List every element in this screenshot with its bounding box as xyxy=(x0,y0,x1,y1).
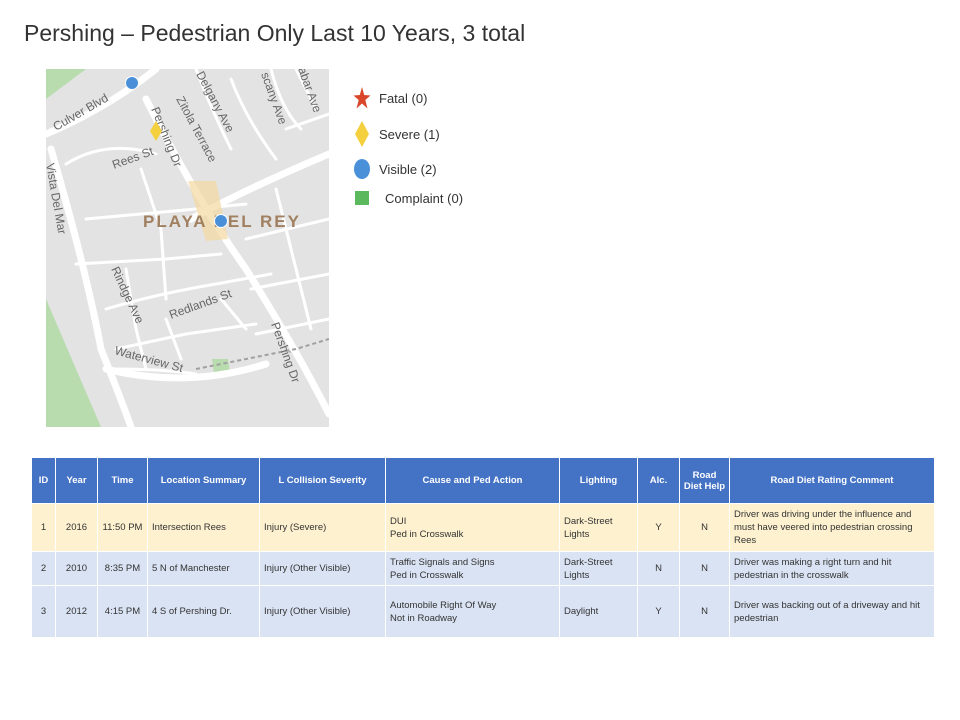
visible-marker[interactable] xyxy=(214,214,228,228)
column-header: Cause and Ped Action xyxy=(385,457,560,504)
table-row: 2 2010 8:35 PM 5 N of Manchester Injury … xyxy=(31,551,935,586)
cell-alcohol: Y xyxy=(637,503,680,552)
highlight-corridor xyxy=(188,181,228,241)
cause-line: Automobile Right Of Way xyxy=(390,599,497,611)
street-label: abar Ave xyxy=(295,69,324,115)
column-header: Location Summary xyxy=(147,457,260,504)
cell-id: 2 xyxy=(31,551,56,586)
star-icon xyxy=(352,84,372,112)
legend-label: Complaint (0) xyxy=(385,190,464,206)
cell-location: 5 N of Manchester xyxy=(147,551,260,586)
cell-cause: Traffic Signals and Signs Ped in Crosswa… xyxy=(385,551,560,586)
legend-item-fatal: Fatal (0) xyxy=(352,84,427,112)
cell-time: 4:15 PM xyxy=(97,585,148,638)
column-header: L Collision Severity xyxy=(259,457,386,504)
cell-lighting: Daylight xyxy=(559,585,638,638)
cell-lighting: Dark-Street Lights xyxy=(559,551,638,586)
street-label: scany Ave xyxy=(258,70,290,126)
legend-label: Visible (2) xyxy=(379,161,437,177)
square-icon xyxy=(352,184,372,212)
collision-table: ID Year Time Location Summary L Collisio… xyxy=(31,457,935,638)
column-header: ID xyxy=(31,457,56,504)
legend-item-visible: Visible (2) xyxy=(352,155,437,183)
page-title: Pershing – Pedestrian Only Last 10 Years… xyxy=(24,20,526,46)
cell-road-diet: N xyxy=(679,551,730,586)
column-header: Alc. xyxy=(637,457,680,504)
column-header: Lighting xyxy=(559,457,638,504)
cell-severity: Injury (Severe) xyxy=(259,503,386,552)
circle-icon xyxy=(352,155,372,183)
cell-road-diet: N xyxy=(679,503,730,552)
ped-action-line: Ped in Crosswalk xyxy=(390,528,464,540)
legend-label: Severe (1) xyxy=(379,126,440,142)
legend-item-severe: Severe (1) xyxy=(352,120,440,148)
cell-severity: Injury (Other Visible) xyxy=(259,551,386,586)
cell-year: 2012 xyxy=(55,585,98,638)
cell-comment: Driver was making a right turn and hit p… xyxy=(729,551,935,586)
cell-alcohol: N xyxy=(637,551,680,586)
cell-alcohol: Y xyxy=(637,585,680,638)
ped-action-line: Ped in Crosswalk xyxy=(390,569,464,581)
column-header: Time xyxy=(97,457,148,504)
cell-location: Intersection Rees xyxy=(147,503,260,552)
cell-road-diet: N xyxy=(679,585,730,638)
cell-id: 1 xyxy=(31,503,56,552)
cell-location: 4 S of Pershing Dr. xyxy=(147,585,260,638)
table-row: 1 2016 11:50 PM Intersection Rees Injury… xyxy=(31,503,935,552)
cell-cause: DUI Ped in Crosswalk xyxy=(385,503,560,552)
table-row: 3 2012 4:15 PM 4 S of Pershing Dr. Injur… xyxy=(31,585,935,638)
cell-comment: Driver was backing out of a driveway and… xyxy=(729,585,935,638)
table-header-row: ID Year Time Location Summary L Collisio… xyxy=(31,457,935,504)
cell-lighting: Dark-Street Lights xyxy=(559,503,638,552)
diamond-icon xyxy=(352,120,372,148)
legend-label: Fatal (0) xyxy=(379,90,428,106)
cell-comment: Driver was driving under the influence a… xyxy=(729,503,935,552)
column-header: Year xyxy=(55,457,98,504)
legend-item-complaint: Complaint (0) xyxy=(352,184,463,212)
cell-cause: Automobile Right Of Way Not in Roadway xyxy=(385,585,560,638)
cell-id: 3 xyxy=(31,585,56,638)
cause-line: DUI xyxy=(390,515,407,527)
visible-marker[interactable] xyxy=(125,76,139,90)
park-area xyxy=(46,69,86,99)
cell-time: 11:50 PM xyxy=(97,503,148,552)
ped-action-line: Not in Roadway xyxy=(390,612,458,624)
column-header: Road Diet Help xyxy=(679,457,730,504)
cause-line: Traffic Signals and Signs xyxy=(390,556,495,568)
cell-year: 2016 xyxy=(55,503,98,552)
map-canvas: Culver Blvd Delgany Ave Zitola Terrace P… xyxy=(46,69,329,427)
column-header: Road Diet Rating Comment xyxy=(729,457,935,504)
cell-severity: Injury (Other Visible) xyxy=(259,585,386,638)
map-panel[interactable]: Culver Blvd Delgany Ave Zitola Terrace P… xyxy=(46,69,329,427)
cell-time: 8:35 PM xyxy=(97,551,148,586)
street-label: Culver Blvd xyxy=(51,91,111,134)
cell-year: 2010 xyxy=(55,551,98,586)
